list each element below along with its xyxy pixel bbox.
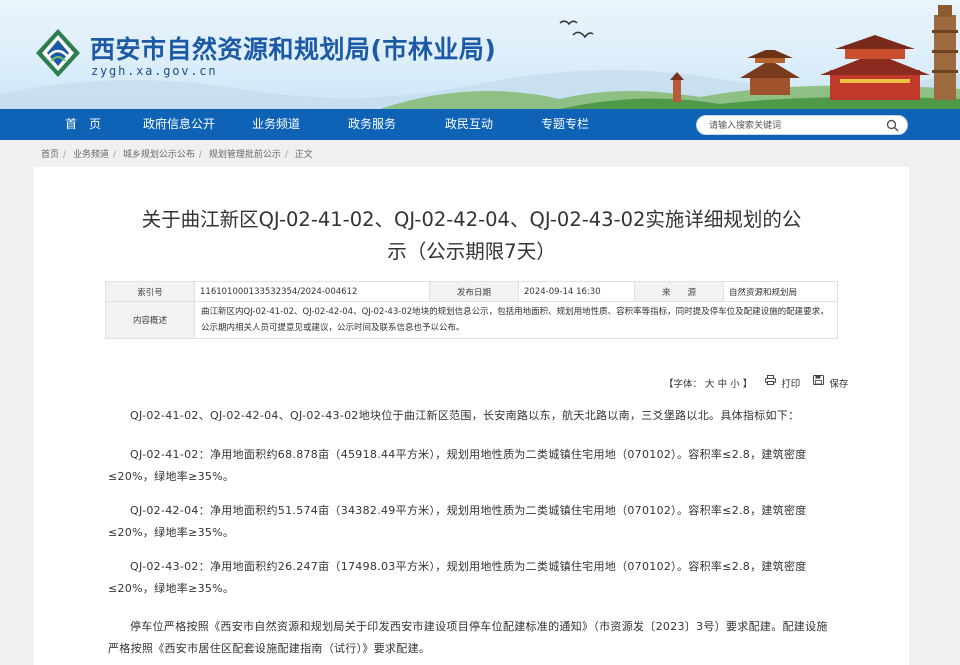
article-paragraph-intro: QJ-02-41-02、QJ-02-42-04、QJ-02-43-02地块位于曲… bbox=[130, 409, 800, 422]
breadcrumb: 首页 / 业务频道 / 城乡规划公示公布 / 规划管理批前公示 / 正文 bbox=[41, 150, 313, 160]
date-value: 2024-09-14 16:30 bbox=[518, 281, 635, 302]
search-box bbox=[696, 115, 908, 135]
search-icon[interactable] bbox=[886, 119, 899, 132]
tower-illustration bbox=[820, 35, 930, 100]
breadcrumb-home[interactable]: 首页 bbox=[41, 150, 59, 160]
nav-gov-info[interactable]: 政府信息公开 bbox=[135, 109, 223, 140]
header-banner: 西安市自然资源和规划局(市林业局) zygh.xa.gov.cn bbox=[0, 0, 960, 109]
save-button[interactable]: 保存 bbox=[829, 376, 848, 390]
summary-value: 曲江新区内QJ-02-41-02、QJ-02-42-04、QJ-02-43-02… bbox=[194, 301, 838, 339]
search-input[interactable] bbox=[709, 118, 879, 133]
print-icon[interactable] bbox=[765, 375, 777, 385]
article-paragraph-plot-42-04: QJ-02-42-04：净用地面积约51.574亩（34382.49平方米），规… bbox=[108, 504, 807, 539]
breadcrumb-business[interactable]: 业务频道 bbox=[73, 150, 109, 160]
article-tools: 【字体： 大 中 小 】 打印 保存 bbox=[664, 375, 848, 390]
font-size-end: 】 bbox=[742, 378, 753, 390]
article-title-line2: 示（公示期限7天） bbox=[387, 240, 556, 263]
print-button[interactable]: 打印 bbox=[781, 376, 800, 390]
pagoda-illustration bbox=[740, 50, 800, 95]
article-meta-table: 索引号 11610100013353235​4/2024-004612 发布日期… bbox=[105, 281, 838, 339]
nav-services[interactable]: 政务服务 bbox=[339, 109, 405, 140]
index-value: 11610100013353235​4/2024-004612 bbox=[194, 281, 430, 302]
source-label: 来 源 bbox=[634, 281, 724, 302]
breadcrumb-current: 正文 bbox=[294, 150, 313, 160]
article-title-line1: 关于曲江新区QJ-02-41-02、QJ-02-42-04、QJ-02-43-0… bbox=[141, 208, 802, 231]
date-label: 发布日期 bbox=[429, 281, 519, 302]
bell-tower-illustration bbox=[670, 72, 684, 102]
index-label: 索引号 bbox=[105, 281, 195, 302]
save-icon[interactable] bbox=[813, 375, 825, 385]
site-domain: zygh.xa.gov.cn bbox=[91, 64, 218, 78]
article-paragraph-plot-41-02: QJ-02-41-02：净用地面积约68.878亩（45918.44平方米），规… bbox=[108, 448, 807, 483]
site-title: 西安市自然资源和规划局(市林业局) bbox=[90, 35, 497, 64]
breadcrumb-pre-approval[interactable]: 规划管理批前公示 bbox=[209, 150, 281, 160]
article-paragraph-parking: 停车位严格按照《西安市自然资源和规划局关于印发西安市建设项目停车位配建标准的通知… bbox=[108, 620, 828, 655]
article-title: 关于曲江新区QJ-02-41-02、QJ-02-42-04、QJ-02-43-0… bbox=[104, 204, 839, 268]
summary-label: 内容概述 bbox=[105, 301, 195, 339]
article-card: 关于曲江新区QJ-02-41-02、QJ-02-42-04、QJ-02-43-0… bbox=[34, 167, 909, 665]
wild-goose-pagoda-illustration bbox=[932, 5, 958, 100]
article-paragraph-plot-43-02: QJ-02-43-02：净用地面积约26.247亩（17498.03平方米），规… bbox=[108, 560, 807, 595]
nav-home[interactable]: 首 页 bbox=[58, 109, 108, 140]
nav-topics[interactable]: 专题专栏 bbox=[532, 109, 598, 140]
font-small-button[interactable]: 小 bbox=[730, 376, 740, 390]
nav-business[interactable]: 业务频道 bbox=[243, 109, 309, 140]
font-medium-button[interactable]: 中 bbox=[718, 376, 728, 390]
birds-illustration bbox=[559, 20, 594, 39]
nav-interaction[interactable]: 政民互动 bbox=[436, 109, 502, 140]
font-size-label: 【字体： bbox=[664, 378, 703, 390]
font-large-button[interactable]: 大 bbox=[705, 376, 715, 390]
source-value: 自然资源和规划局 bbox=[723, 281, 838, 302]
breadcrumb-planning-notices[interactable]: 城乡规划公示公布 bbox=[123, 150, 195, 160]
government-emblem-logo bbox=[36, 29, 80, 77]
